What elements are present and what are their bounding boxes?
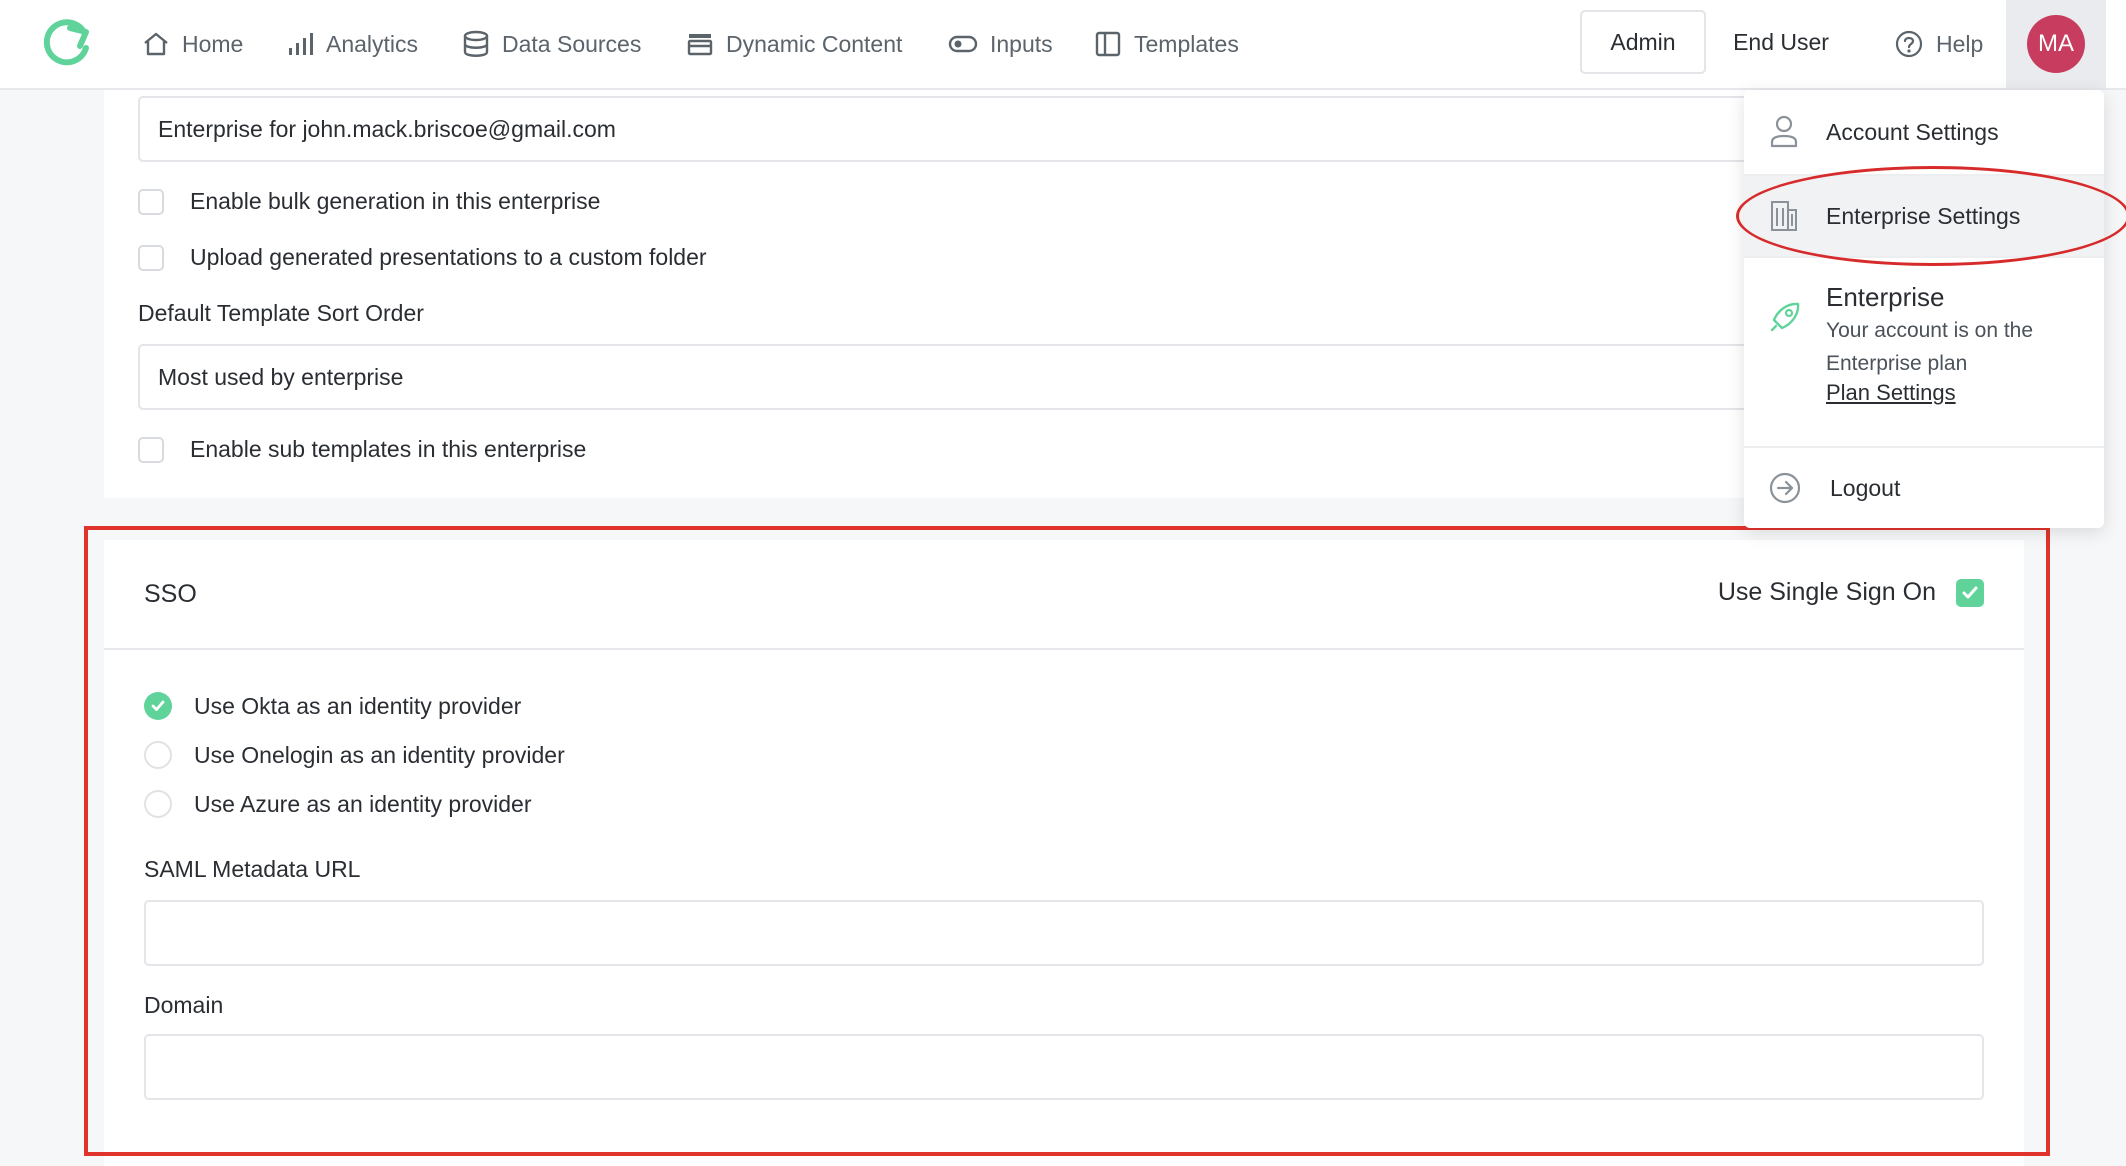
custom-folder-row[interactable]: Upload generated presentations to a cust…: [138, 244, 707, 271]
top-navigation-bar: Home Analytics Data Sources Dynamic Cont…: [0, 0, 2126, 90]
enterprise-settings-card: Enterprise for john.mack.briscoe@gmail.c…: [104, 90, 2024, 498]
sso-divider: [104, 648, 2024, 650]
admin-button[interactable]: Admin: [1580, 10, 1706, 74]
nav-home-label: Home: [182, 30, 244, 57]
enterprise-name-value: Enterprise for john.mack.briscoe@gmail.c…: [158, 115, 616, 142]
provider-azure-option[interactable]: Use Azure as an identity provider: [144, 790, 532, 818]
sso-toggle-label: Use Single Sign On: [1717, 578, 1936, 606]
plan-settings-link[interactable]: Plan Settings: [1826, 380, 1956, 406]
rocket-icon: [1770, 302, 1800, 332]
user-dropdown-menu: Account Settings Enterprise Settings Ent…: [1744, 90, 2104, 528]
enterprise-name-input[interactable]: Enterprise for john.mack.briscoe@gmail.c…: [138, 96, 1990, 162]
bulk-generation-checkbox[interactable]: [138, 188, 164, 215]
account-settings-item[interactable]: Account Settings: [1744, 90, 2104, 174]
avatar[interactable]: MA: [2027, 15, 2085, 73]
nav-data-sources[interactable]: Data Sources: [462, 22, 641, 66]
logout-icon: [1769, 472, 1801, 504]
logout-item[interactable]: Logout: [1744, 448, 2104, 528]
enterprise-settings-item[interactable]: Enterprise Settings: [1744, 176, 2104, 256]
nav-data-sources-label: Data Sources: [502, 30, 642, 57]
analytics-icon: [289, 33, 313, 55]
nav-dynamic-content[interactable]: Dynamic Content: [686, 22, 902, 66]
nav-templates-label: Templates: [1134, 30, 1239, 57]
bulk-generation-row[interactable]: Enable bulk generation in this enterpris…: [138, 188, 600, 215]
user-icon: [1770, 115, 1798, 148]
nav-inputs[interactable]: Inputs: [948, 22, 1053, 66]
provider-azure-label: Use Azure as an identity provider: [194, 790, 532, 817]
sub-templates-checkbox[interactable]: [138, 436, 164, 463]
sub-templates-label: Enable sub templates in this enterprise: [190, 436, 587, 462]
saml-metadata-label: SAML Metadata URL: [144, 856, 361, 882]
end-user-button[interactable]: End User: [1718, 10, 1844, 74]
sub-templates-row[interactable]: Enable sub templates in this enterprise: [138, 436, 586, 463]
database-icon: [463, 30, 489, 57]
logout-label: Logout: [1830, 474, 1901, 501]
building-icon: [1771, 201, 1797, 231]
domain-label: Domain: [144, 992, 224, 1018]
sort-order-value: Most used by enterprise: [158, 363, 404, 390]
help-icon: [1895, 30, 1923, 58]
custom-folder-checkbox[interactable]: [138, 244, 164, 271]
bulk-generation-label: Enable bulk generation in this enterpris…: [190, 188, 601, 214]
sort-order-select[interactable]: Most used by enterprise: [138, 344, 1990, 410]
nav-analytics[interactable]: Analytics: [286, 22, 418, 66]
dynamic-content-icon: [687, 34, 713, 56]
sso-toggle[interactable]: Use Single Sign On: [1718, 578, 1984, 607]
sso-checkbox[interactable]: [1956, 578, 1984, 607]
saml-metadata-input[interactable]: [144, 900, 1984, 966]
enterprise-settings-label: Enterprise Settings: [1826, 202, 2021, 229]
provider-azure-radio[interactable]: [144, 790, 172, 818]
nav-dynamic-content-label: Dynamic Content: [726, 30, 903, 57]
domain-input[interactable]: [144, 1034, 1984, 1100]
dropdown-divider: [1744, 256, 2104, 258]
check-icon: [151, 700, 165, 711]
custom-folder-label: Upload generated presentations to a cust…: [190, 244, 707, 270]
nav-inputs-label: Inputs: [990, 30, 1053, 57]
nav-analytics-label: Analytics: [326, 30, 419, 57]
provider-onelogin-option[interactable]: Use Onelogin as an identity provider: [144, 741, 565, 769]
plan-title: Enterprise: [1826, 282, 1945, 312]
provider-okta-label: Use Okta as an identity provider: [194, 692, 522, 719]
user-menu-toggle[interactable]: MA: [2006, 0, 2106, 88]
toggle-icon: [948, 35, 978, 53]
sso-settings-card: SSO Use Single Sign On Use Okta as an id…: [104, 540, 2024, 1166]
provider-onelogin-label: Use Onelogin as an identity provider: [194, 741, 565, 768]
plan-description: Your account is on the Enterprise plan: [1826, 319, 2034, 375]
nav-templates[interactable]: Templates: [1094, 22, 1239, 66]
provider-onelogin-radio[interactable]: [144, 741, 172, 769]
home-icon: [144, 32, 168, 56]
check-icon: [1962, 586, 1978, 598]
provider-okta-option[interactable]: Use Okta as an identity provider: [144, 692, 521, 720]
nav-home[interactable]: Home: [142, 22, 243, 66]
nav-help[interactable]: Help: [1894, 22, 1983, 66]
sso-title: SSO: [144, 580, 197, 608]
app-logo-icon[interactable]: [40, 14, 94, 68]
account-settings-label: Account Settings: [1826, 118, 1999, 145]
sort-order-label: Default Template Sort Order: [138, 300, 424, 326]
templates-icon: [1095, 31, 1121, 57]
nav-help-label: Help: [1936, 30, 1984, 57]
provider-okta-radio[interactable]: [144, 692, 172, 720]
